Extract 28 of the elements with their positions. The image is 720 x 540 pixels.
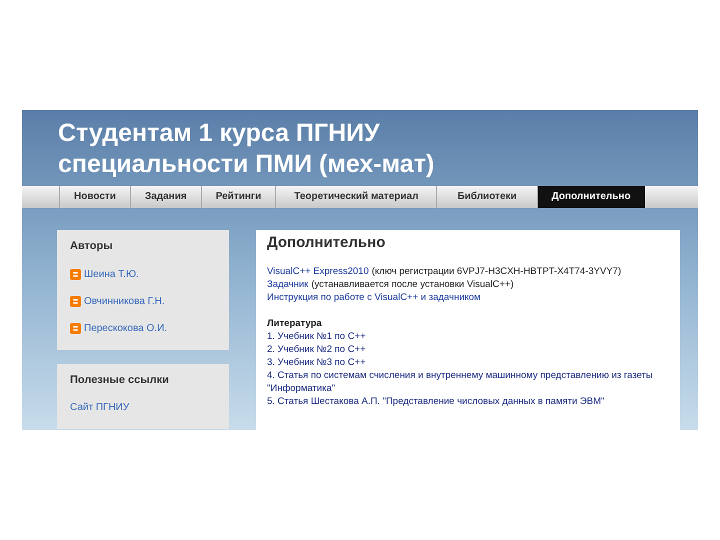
- literature-link[interactable]: 2. Учебник №2 по С++: [267, 342, 669, 356]
- nav-tab[interactable]: Дополнительно: [536, 186, 645, 208]
- post-text: (ключ регистрации 6VPJ7-H3CXH-HBTPT-X4T74-3YVY7): [372, 264, 622, 278]
- literature-link[interactable]: 4. Статья по системам счисления и внутреннему машинному представлению из газеты "Информатика": [267, 368, 669, 394]
- nav-tab[interactable]: Теоретический материал: [275, 186, 436, 208]
- author-link[interactable]: Сайт ПГНИУ: [70, 400, 130, 415]
- site-title: Студентам 1 курса ПГНИУ: [58, 118, 381, 149]
- blogger-icon: [70, 322, 81, 334]
- widget-title: Полезные ссылки: [70, 372, 170, 388]
- site-title: специальности ПМИ (мех-мат): [58, 149, 436, 180]
- literature-link[interactable]: 5. Статья Шестакова А.П. "Представление числовых данных в памяти ЭВМ": [267, 394, 669, 408]
- literature-link[interactable]: 3. Учебник №3 по С++: [267, 356, 669, 368]
- section-title: Литература: [267, 316, 323, 330]
- author-link[interactable]: Овчинникова Г.Н.: [84, 294, 165, 308]
- post-text: (устанавливается после установки VisualC++): [311, 278, 514, 290]
- post-title: Дополнительно: [267, 233, 386, 253]
- author-link[interactable]: Перескокова О.И.: [84, 320, 168, 336]
- post-link[interactable]: Задачник: [267, 278, 308, 290]
- widget-title: Авторы: [70, 239, 114, 254]
- author-link[interactable]: Шеина Т.Ю.: [84, 266, 139, 282]
- post-link[interactable]: Инструкция по работе с VisualC++ и задачником: [267, 290, 481, 304]
- literature-link[interactable]: 1. Учебник №1 по С++: [267, 330, 669, 342]
- nav-tab[interactable]: Новости: [59, 186, 130, 208]
- post-link[interactable]: VisualC++ Express2010: [267, 264, 369, 278]
- nav-tab[interactable]: Рейтинги: [200, 186, 276, 208]
- blogger-icon: [70, 296, 81, 306]
- blogger-icon: [70, 268, 81, 280]
- nav-tab[interactable]: Задания: [130, 186, 201, 208]
